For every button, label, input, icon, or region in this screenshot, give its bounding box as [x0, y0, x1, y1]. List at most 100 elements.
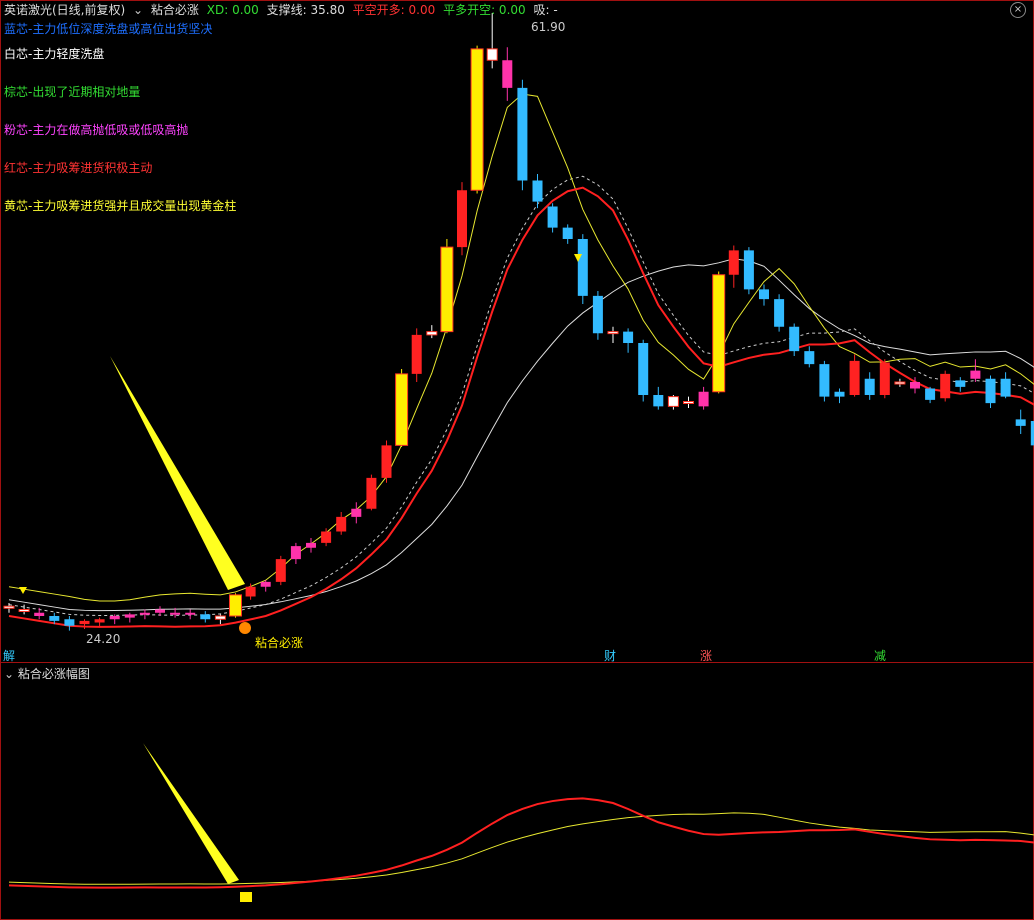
- candle-body: [910, 382, 920, 389]
- time-marker-zhang: 涨: [700, 649, 713, 663]
- close-icon[interactable]: ×: [1010, 2, 1026, 18]
- candle-body: [577, 239, 588, 296]
- candle-body: [351, 508, 362, 517]
- candle-body: [260, 581, 271, 587]
- candle-body: [3, 605, 15, 609]
- price-low-label: 24.20: [86, 632, 121, 646]
- candle-body: [34, 612, 45, 616]
- signal-label: 粘合必涨: [255, 636, 304, 650]
- arrow-annotation: [143, 743, 239, 884]
- candle-body: [789, 326, 800, 352]
- candle-body: [139, 612, 150, 615]
- candle-body: [245, 586, 256, 597]
- candle-body: [819, 364, 830, 397]
- time-marker-cai: 财: [604, 649, 617, 663]
- legend-item: 白芯-主力轻度洗盘: [4, 47, 105, 61]
- signal-marker-icon: [239, 622, 251, 634]
- candle-body: [925, 388, 936, 400]
- candle-body: [698, 391, 709, 407]
- support-value: 支撑线: 35.80: [266, 3, 345, 17]
- indicator-name[interactable]: 粘合必涨: [151, 3, 199, 17]
- candle-body: [440, 246, 454, 333]
- candle-body: [18, 609, 30, 612]
- long-open-value: 平多开空: 0.00: [443, 3, 526, 17]
- candle-body: [894, 381, 906, 385]
- candle-body: [109, 616, 120, 620]
- candle-body: [638, 343, 649, 395]
- candle-body: [306, 542, 316, 548]
- absorb-value: 吸: -: [533, 3, 558, 17]
- candle-body: [200, 614, 211, 620]
- legend-item: 粉芯-主力在做高抛低吸或低吸高抛: [4, 123, 189, 137]
- time-marker-jie: 解: [3, 649, 16, 663]
- sub-panel-header: ⌄ 粘合必涨幅图: [4, 665, 90, 682]
- candle-body: [426, 331, 438, 336]
- sub-line-yellow: [8, 812, 1034, 885]
- candle-body: [185, 612, 196, 615]
- candle-body: [381, 445, 392, 478]
- chart-svg: [3, 13, 1034, 902]
- time-marker-jian: 减: [874, 649, 887, 663]
- candle-body: [653, 395, 664, 407]
- chevron-down-icon[interactable]: ⌄: [4, 667, 14, 681]
- ma-line-white: [8, 258, 1034, 612]
- candle-body: [170, 612, 181, 615]
- candle-body: [290, 546, 301, 560]
- legend-item: 红芯-主力吸筹进货积极主动: [4, 161, 153, 175]
- candle-body: [275, 559, 286, 582]
- candle-body: [759, 289, 769, 300]
- candle-body: [336, 516, 347, 532]
- candle-body: [940, 373, 951, 399]
- candle-body: [623, 331, 634, 343]
- legend-item: 棕芯-出现了近期相对地量: [4, 85, 141, 99]
- arrow-annotation: [110, 356, 245, 590]
- legend-item: 黄芯-主力吸筹进货强并且成交量出现黄金柱: [4, 199, 237, 213]
- candle-body: [879, 362, 890, 395]
- chart-frame[interactable]: 英诺激光(日线,前复权) ⌄ 粘合必涨 XD: 0.00 支撑线: 35.80 …: [0, 0, 1034, 920]
- candle-body: [155, 609, 165, 613]
- candle-body: [834, 391, 845, 397]
- candle-body: [774, 299, 785, 327]
- candle-body: [395, 373, 409, 446]
- candle-body: [321, 531, 332, 543]
- chart-header: 英诺激光(日线,前复权) ⌄ 粘合必涨 XD: 0.00 支撑线: 35.80 …: [4, 2, 562, 18]
- candle-body: [955, 380, 966, 387]
- candle-body: [229, 594, 242, 617]
- candle-body: [411, 334, 422, 374]
- candle-body: [214, 615, 226, 620]
- candle-body: [1015, 419, 1026, 426]
- candle-body: [532, 180, 543, 202]
- candle-body: [864, 378, 875, 395]
- candle-body: [517, 87, 528, 181]
- candle-body: [849, 360, 860, 395]
- candle-body: [486, 48, 498, 61]
- candle-body: [64, 619, 75, 626]
- candle-body: [712, 274, 726, 393]
- price-high-label: 61.90: [531, 20, 566, 34]
- chevron-down-icon[interactable]: ⌄: [133, 3, 143, 17]
- candle-body: [743, 250, 754, 290]
- candle-body: [1000, 378, 1011, 397]
- candle-body: [366, 477, 377, 509]
- candle-body: [457, 190, 467, 248]
- candle-body: [94, 619, 105, 623]
- candle-body: [49, 616, 60, 621]
- candle-body: [547, 206, 558, 228]
- sub-panel-title: 粘合必涨幅图: [17, 667, 90, 681]
- candle-body: [804, 351, 815, 365]
- candle-body: [124, 614, 135, 618]
- stock-title: 英诺激光(日线,前复权): [4, 3, 126, 17]
- sub-line-red: [8, 797, 1034, 889]
- candle-body: [728, 250, 739, 275]
- candle-body: [79, 620, 90, 625]
- candle-body: [683, 401, 694, 404]
- candle-body: [592, 295, 603, 334]
- support-line-red: [8, 186, 1034, 628]
- legend-item: 蓝芯-主力低位深度洗盘或高位出货坚决: [4, 22, 213, 36]
- sub-signal-bar: [240, 892, 252, 902]
- candle-body: [470, 48, 484, 191]
- candle-body: [502, 60, 513, 88]
- candle-body: [970, 370, 981, 379]
- down-arrow-icon: [19, 587, 27, 594]
- candle-body: [562, 227, 573, 239]
